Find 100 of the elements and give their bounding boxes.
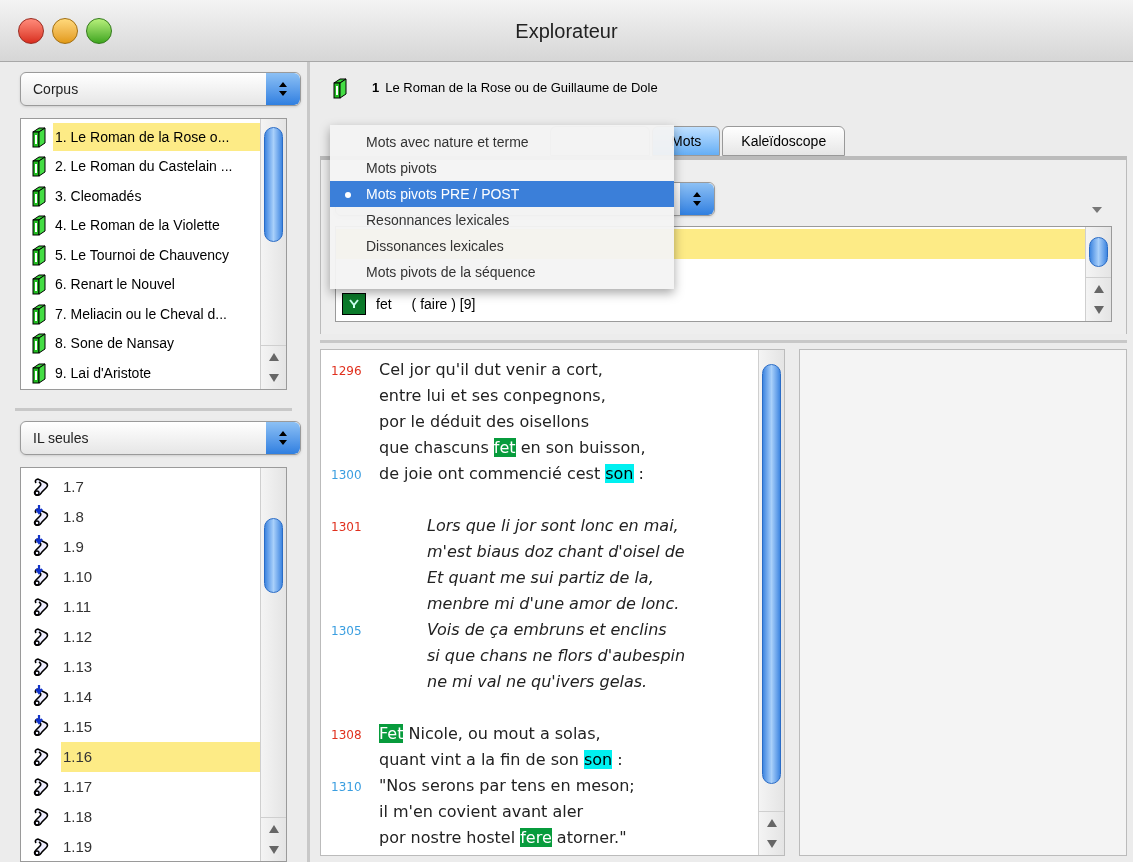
line-number: 1301 — [331, 520, 362, 534]
corpus-item[interactable]: 4. Le Roman de la Violette — [53, 211, 260, 240]
scroll-icon — [31, 625, 51, 649]
unit-item[interactable]: 1.15 — [61, 712, 260, 742]
menu-item[interactable]: Mots pivots de la séquence — [330, 259, 674, 285]
document-number: 1 — [372, 79, 380, 98]
window-title: Explorateur — [515, 18, 618, 44]
document-title: Le Roman de la Rose ou de Guillaume de Dole — [385, 79, 658, 98]
scroll-arrow-icon — [31, 715, 51, 739]
verse-line: por le déduit des oisellons — [379, 411, 590, 433]
verse-line: Et quant me sui partiz de la, — [426, 567, 654, 589]
scrollbar[interactable] — [1085, 227, 1111, 321]
book-icon — [31, 184, 47, 207]
scroll-icon — [31, 745, 51, 769]
line-number: 1300 — [331, 468, 362, 482]
scroll-arrow-icon — [31, 505, 51, 529]
scroll-icon — [31, 805, 51, 829]
verse-line: quant vint a la fin de son son : — [379, 749, 623, 771]
line-number: 1305 — [331, 624, 362, 638]
verse-line: por nostre hostel fere atorner." — [379, 827, 627, 849]
scroll-thumb[interactable] — [1089, 237, 1108, 267]
unit-item[interactable]: 1.8 — [61, 502, 260, 532]
menu-item[interactable]: Mots pivots PRE / POST — [330, 181, 674, 207]
units-popup[interactable]: IL seules — [20, 421, 301, 455]
corpus-item[interactable]: 2. Le Roman du Castelain ... — [53, 152, 260, 181]
scroll-icon — [31, 595, 51, 619]
book-icon — [31, 302, 47, 325]
minimize-icon[interactable] — [52, 17, 78, 44]
verse-line: Cel jor qu'il dut venir a cort, — [379, 359, 603, 381]
stepper-icon — [266, 422, 300, 454]
word-lemma: ( faire ) [9] — [410, 294, 476, 314]
scrollbar[interactable] — [260, 119, 286, 389]
verse-line: Fet Nicole, ou mout a solas, — [379, 723, 601, 745]
scroll-down-icon[interactable] — [766, 840, 777, 849]
stepper-icon — [680, 183, 714, 215]
scroll-icon — [31, 835, 51, 859]
menu-item[interactable]: Mots pivots — [330, 155, 674, 181]
unit-item[interactable]: 1.18 — [61, 802, 260, 832]
unit-item[interactable]: 1.10 — [61, 562, 260, 592]
unit-item[interactable]: 1.12 — [61, 622, 260, 652]
corpus-item[interactable]: 5. Le Tournoi de Chauvency — [53, 240, 260, 269]
menu-item[interactable]: Resonnances lexicales — [330, 207, 674, 233]
corpus-item[interactable]: 3. Cleomadés — [53, 181, 260, 210]
line-number: 1308 — [331, 728, 362, 742]
unit-item[interactable]: 1.11 — [61, 592, 260, 622]
close-icon[interactable] — [18, 17, 44, 44]
corpus-item[interactable]: 6. Renart le Nouvel — [53, 270, 260, 299]
book-icon — [31, 273, 47, 296]
corpus-item[interactable]: 8. Sone de Nansay — [53, 329, 260, 358]
verse-line: si que chans ne flors d'aubespin — [426, 645, 686, 667]
unit-item[interactable]: 1.7 — [61, 472, 260, 502]
unit-item[interactable]: 1.9 — [61, 532, 260, 562]
zoom-icon[interactable] — [86, 17, 112, 44]
book-icon — [31, 155, 47, 178]
corpus-item[interactable]: 1. Le Roman de la Rose o... — [53, 122, 260, 151]
verse-line: Lors que li jor sont lonc en mai, — [426, 515, 679, 537]
scroll-down-icon[interactable] — [1093, 306, 1104, 315]
scroll-up-icon[interactable] — [1093, 284, 1104, 293]
unit-item[interactable]: 1.13 — [61, 652, 260, 682]
scroll-up-icon[interactable] — [268, 352, 279, 361]
scroll-down-icon[interactable] — [268, 846, 279, 855]
verse-line: m'est biaus doz chant d'oisel de — [426, 541, 685, 563]
corpus-item[interactable]: 9. Lai d'Aristote — [53, 358, 260, 387]
verse-line: Vois de ça embruns et enclins — [426, 619, 667, 641]
unit-item[interactable]: 1.16 — [61, 742, 260, 772]
word-row[interactable]: fet ( faire ) [9] — [336, 289, 1085, 319]
verse-line: ne mi val ne qu'ivers gelas. — [426, 671, 648, 693]
scroll-arrow-icon — [31, 535, 51, 559]
tag-icon — [342, 293, 366, 315]
scroll-thumb[interactable] — [264, 518, 283, 593]
verse-line: "Nos serons par tens en meson; — [379, 775, 635, 797]
bullet-icon — [345, 191, 351, 198]
unit-item[interactable]: 1.14 — [61, 682, 260, 712]
scroll-arrow-icon — [31, 685, 51, 709]
word-label: fet — [376, 294, 392, 314]
verse-line: menbre mi d'une amor de lonc. — [426, 593, 680, 615]
book-icon — [31, 243, 47, 266]
scroll-down-icon[interactable] — [268, 374, 279, 383]
book-icon — [31, 214, 47, 237]
corpus-popup[interactable]: Corpus — [20, 72, 301, 106]
menu-item[interactable]: Dissonances lexicales — [330, 233, 674, 259]
scrollbar[interactable] — [758, 350, 784, 855]
unit-item[interactable]: 1.19 — [61, 832, 260, 861]
stepper-icon — [266, 73, 300, 105]
verse-line: de joie ont commencié cest son : — [379, 463, 644, 485]
scroll-thumb[interactable] — [264, 127, 283, 242]
caret-icon[interactable] — [1092, 207, 1102, 215]
line-number: 1296 — [331, 364, 362, 378]
scroll-thumb[interactable] — [762, 364, 781, 784]
scroll-up-icon[interactable] — [766, 818, 777, 827]
book-icon — [332, 77, 348, 99]
scroll-icon — [31, 655, 51, 679]
scrollbar[interactable] — [260, 468, 286, 861]
corpus-item[interactable]: 7. Meliacin ou le Cheval d... — [53, 299, 260, 328]
tab[interactable]: Kaleïdoscope — [722, 126, 846, 156]
scroll-icon — [31, 775, 51, 799]
scroll-up-icon[interactable] — [268, 824, 279, 833]
book-icon — [31, 332, 47, 355]
unit-item[interactable]: 1.17 — [61, 772, 260, 802]
verse-line: il m'en covient avant aler — [379, 801, 584, 823]
